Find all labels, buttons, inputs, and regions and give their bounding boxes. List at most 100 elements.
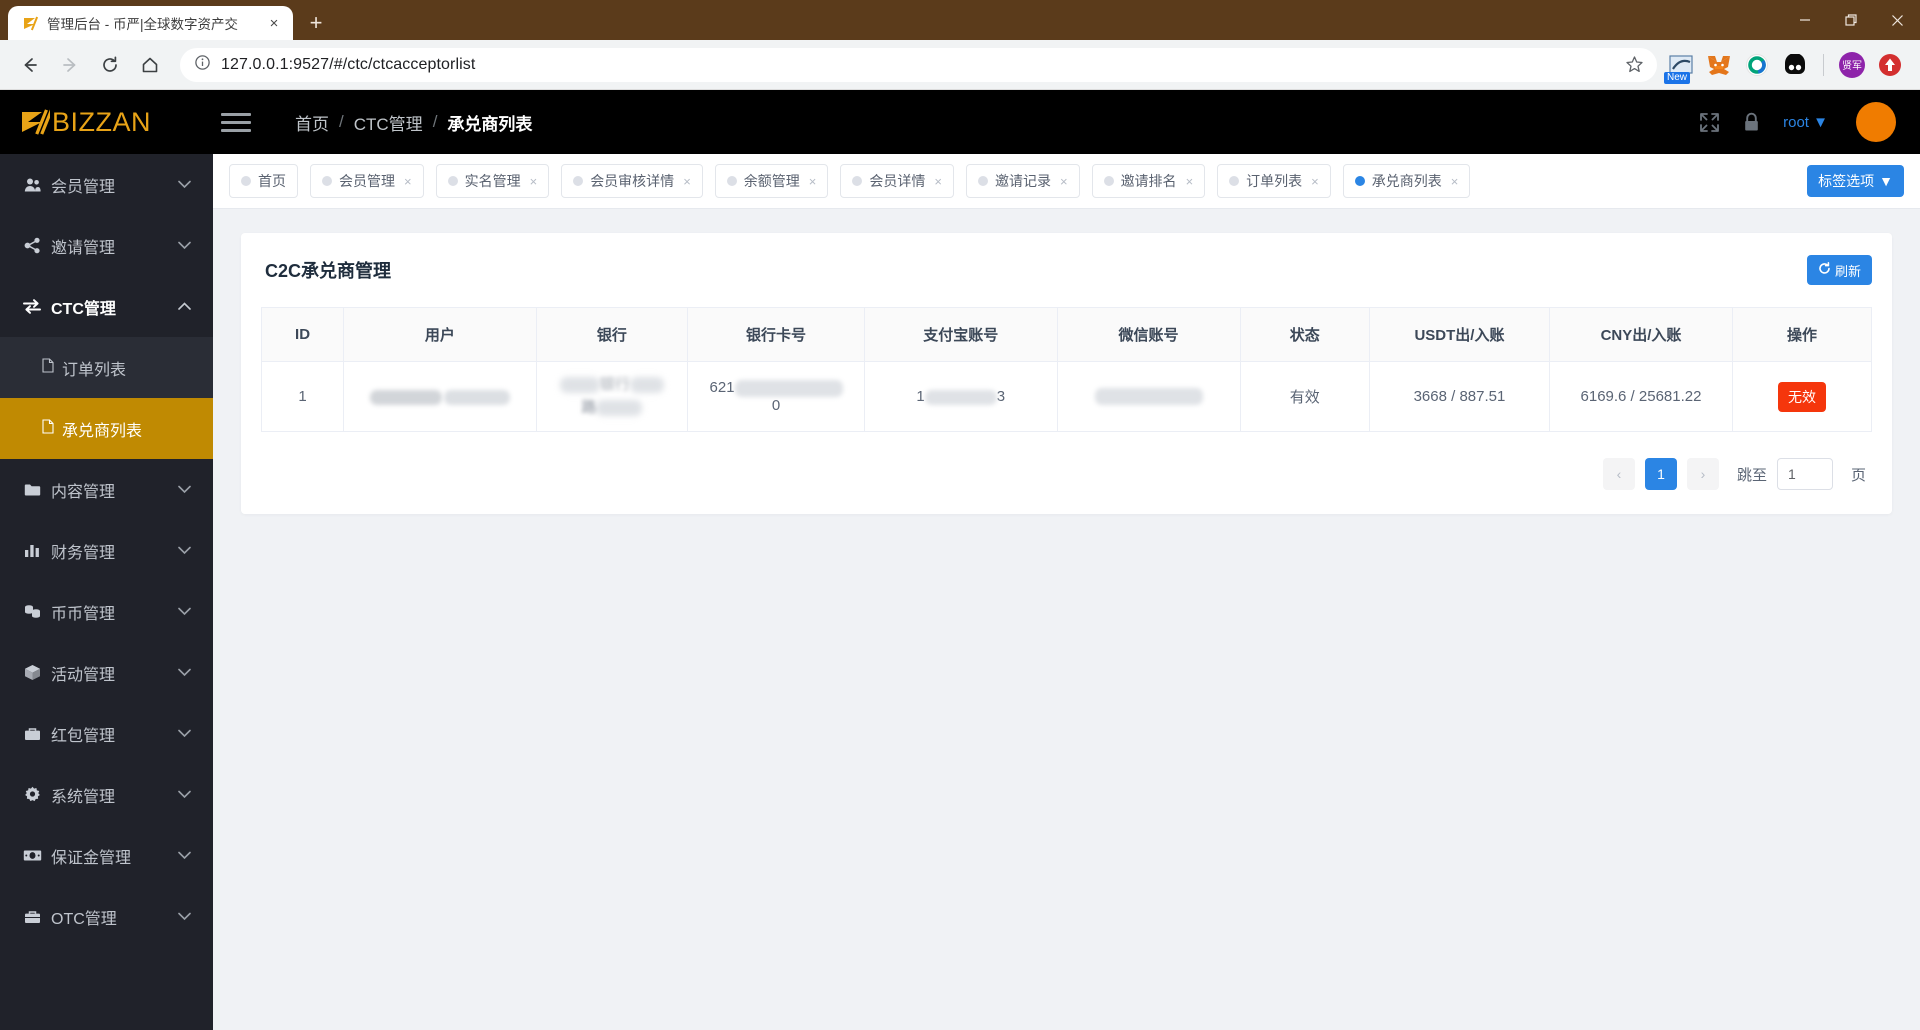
tag-balance-management[interactable]: 余额管理 ×: [714, 164, 829, 198]
breadcrumb-separator: /: [339, 112, 344, 131]
file-icon: [42, 357, 54, 378]
sidebar-item-coins[interactable]: 币币管理: [0, 581, 213, 642]
breadcrumb: 首页 / CTC管理 / 承兑商列表: [295, 110, 532, 135]
refresh-button[interactable]: 刷新: [1806, 255, 1872, 285]
tag-member-detail[interactable]: 会员详情 ×: [840, 164, 954, 198]
tag-realname-management[interactable]: 实名管理 ×: [435, 164, 550, 198]
info-circle-icon[interactable]: [194, 54, 211, 76]
col-id: ID: [260, 307, 345, 362]
user-extension-icon[interactable]: 贤军: [1838, 51, 1866, 79]
sidebar-item-invites[interactable]: 邀请管理: [0, 215, 213, 276]
card-header: C2C承兑商管理 刷新: [261, 255, 1872, 285]
redacted-value: [443, 389, 510, 405]
tag-close-icon[interactable]: ×: [683, 174, 691, 189]
close-window-icon[interactable]: [1874, 0, 1920, 40]
tag-dot-icon: [1354, 176, 1365, 186]
user-menu[interactable]: root ▼: [1783, 114, 1828, 131]
sidebar-item-label: 系统管理: [51, 788, 116, 806]
address-bar[interactable]: 127.0.0.1:9527/#/ctc/ctcacceptorlist: [180, 47, 1657, 82]
tags-bar: 首页 会员管理 × 实名管理 × 会员审核详情 × 余额管理 × 会员详情 × …: [213, 154, 1920, 209]
breadcrumb-item-home[interactable]: 首页: [295, 110, 329, 135]
bookmark-star-icon[interactable]: [1617, 48, 1651, 82]
cell-bank-card: 621 0: [687, 361, 865, 432]
tag-invite-record[interactable]: 邀请记录 ×: [965, 164, 1080, 198]
tag-close-icon[interactable]: ×: [404, 174, 412, 189]
tag-close-icon[interactable]: ×: [1311, 174, 1319, 189]
tag-close-icon[interactable]: ×: [1186, 174, 1194, 189]
sidebar-item-margin[interactable]: 保证金管理: [0, 825, 213, 886]
tag-close-icon[interactable]: ×: [530, 174, 538, 189]
tag-home[interactable]: 首页: [229, 164, 298, 198]
breadcrumb-item-current: 承兑商列表: [447, 114, 533, 134]
sidebar-item-order-list[interactable]: 订单列表: [0, 337, 213, 398]
breadcrumb-separator: /: [432, 112, 438, 131]
chevron-down-icon: [178, 665, 191, 680]
pagination-prev[interactable]: ‹: [1602, 458, 1635, 490]
lock-icon[interactable]: [1742, 112, 1761, 133]
col-bank: 银行: [535, 307, 689, 362]
avatar[interactable]: [1856, 102, 1896, 142]
browser-tab[interactable]: 管理后台 - 币严|全球数字资产交 ×: [8, 6, 293, 40]
share-icon: [22, 237, 42, 254]
sidebar-item-otc[interactable]: OTC管理: [0, 886, 213, 947]
arrow-up-extension-icon[interactable]: [1876, 51, 1904, 79]
new-tab-button[interactable]: +: [299, 6, 333, 40]
tag-close-icon[interactable]: ×: [1060, 174, 1068, 189]
sidebar-item-redpacket[interactable]: 红包管理: [0, 703, 213, 764]
url-text[interactable]: 127.0.0.1:9527/#/ctc/ctcacceptorlist: [221, 56, 475, 74]
brand[interactable]: BIZZAN: [0, 107, 213, 138]
pagination: ‹ 1 › 跳至 1 页: [261, 458, 1872, 490]
tag-acceptor-list[interactable]: 承兑商列表 ×: [1342, 164, 1471, 198]
tag-options-button[interactable]: 标签选项 ▼: [1807, 165, 1904, 197]
cell-id: 1: [260, 361, 345, 432]
toolbar-divider: [1823, 53, 1824, 76]
sidebar-item-activity[interactable]: 活动管理: [0, 642, 213, 703]
ring-extension-icon[interactable]: [1743, 51, 1771, 79]
refresh-label: 刷新: [1834, 263, 1861, 279]
sidebar-item-label: 活动管理: [51, 666, 116, 684]
tag-close-icon[interactable]: ×: [934, 174, 942, 189]
maximize-icon[interactable]: [1828, 0, 1874, 40]
home-icon[interactable]: [130, 45, 170, 85]
metamask-extension-icon[interactable]: [1705, 51, 1733, 79]
close-icon[interactable]: ×: [265, 14, 283, 32]
tag-dot-icon: [1103, 176, 1114, 186]
sidebar-item-acceptor-list[interactable]: 承兑商列表: [0, 398, 213, 459]
redacted-value: [1094, 388, 1203, 406]
pagination-next[interactable]: ›: [1686, 458, 1719, 490]
tag-member-audit-detail[interactable]: 会员审核详情 ×: [561, 164, 703, 198]
refresh-icon: [1818, 262, 1831, 278]
pagination-jump-input[interactable]: 1: [1776, 458, 1833, 490]
fullscreen-icon[interactable]: [1699, 112, 1720, 133]
sidebar-item-label: CTC管理: [51, 300, 116, 318]
pagination-page-1[interactable]: 1: [1644, 458, 1677, 490]
screenshot-extension-icon[interactable]: New: [1664, 51, 1695, 84]
sidebar-item-members[interactable]: 会员管理: [0, 154, 213, 215]
back-icon[interactable]: [10, 45, 50, 85]
chevron-down-icon: [178, 177, 191, 192]
tag-close-icon[interactable]: ×: [809, 174, 817, 189]
chevron-down-icon: [178, 543, 191, 558]
tag-order-list[interactable]: 订单列表 ×: [1217, 164, 1331, 198]
dots-extension-icon[interactable]: [1781, 51, 1809, 79]
tag-member-management[interactable]: 会员管理 ×: [310, 164, 424, 198]
tag-label: 订单列表: [1246, 173, 1303, 189]
sidebar-item-content[interactable]: 内容管理: [0, 459, 213, 520]
reload-icon[interactable]: [90, 45, 130, 85]
col-wechat: 微信账号: [1056, 307, 1241, 362]
hamburger-icon[interactable]: [221, 112, 251, 132]
invalidate-button[interactable]: 无效: [1778, 381, 1827, 412]
window-controls: [1782, 0, 1920, 40]
breadcrumb-item-ctc[interactable]: CTC管理: [354, 110, 423, 135]
col-action: 操作: [1732, 307, 1872, 362]
forward-icon[interactable]: [50, 45, 90, 85]
tag-invite-ranking[interactable]: 邀请排名 ×: [1091, 164, 1206, 198]
minimize-icon[interactable]: [1782, 0, 1828, 40]
sidebar-item-ctc[interactable]: CTC管理: [0, 276, 213, 337]
sidebar-item-system[interactable]: 系统管理: [0, 764, 213, 825]
pagination-jump-label: 跳至: [1736, 466, 1767, 484]
sidebar-item-finance[interactable]: 财务管理: [0, 520, 213, 581]
chevron-down-icon: [178, 482, 191, 497]
tag-close-icon[interactable]: ×: [1451, 174, 1459, 189]
col-cny: CNY出/入账: [1548, 307, 1734, 362]
